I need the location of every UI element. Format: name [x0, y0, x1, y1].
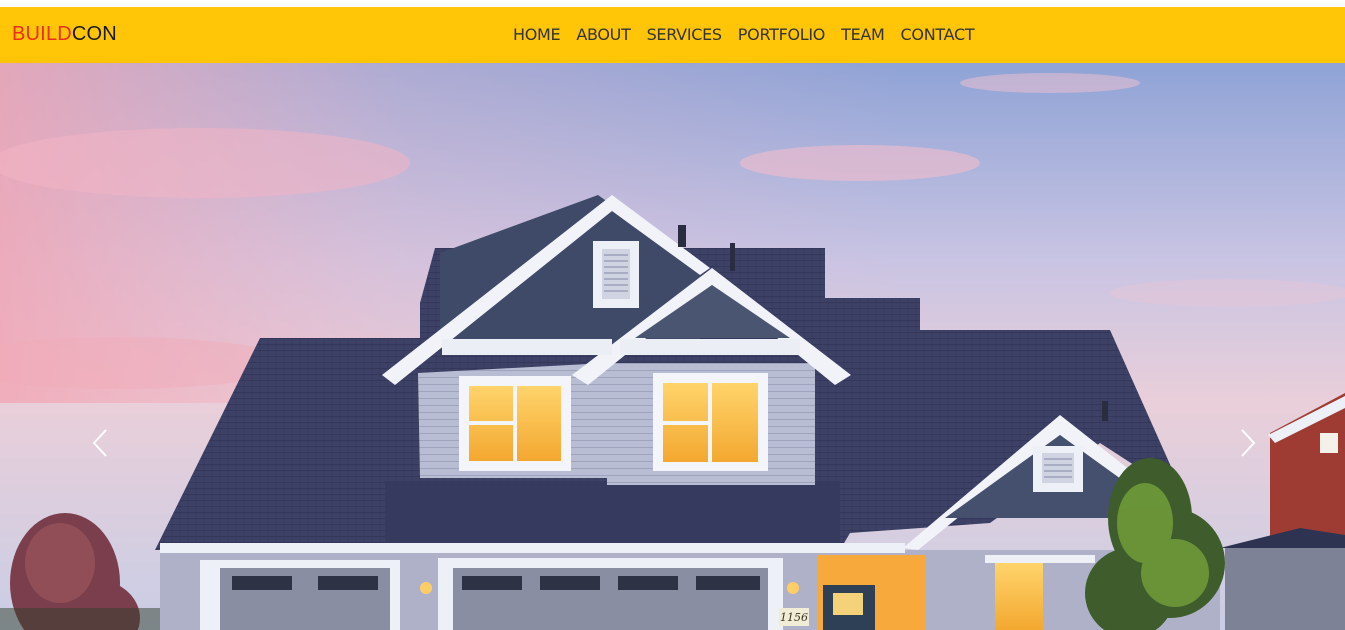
brand-logo-part-one: BUILD: [12, 23, 72, 45]
navbar: BUILDCON HOME ABOUT SERVICES PORTFOLIO T…: [0, 7, 1345, 63]
nav-link-home[interactable]: HOME: [505, 25, 568, 45]
brand-logo[interactable]: BUILDCON: [12, 23, 117, 46]
nav-link-about[interactable]: ABOUT: [568, 25, 638, 45]
top-strip: [0, 0, 1345, 7]
hero-carousel: 1156: [0, 63, 1345, 630]
nav-link-portfolio[interactable]: PORTFOLIO: [730, 25, 833, 45]
hero-image: 1156: [0, 63, 1345, 630]
chevron-left-icon: [92, 429, 107, 457]
carousel-prev-button[interactable]: [90, 428, 114, 458]
nav-link-services[interactable]: SERVICES: [639, 25, 730, 45]
house-number: 1156: [780, 611, 808, 624]
nav-link-contact[interactable]: CONTACT: [893, 25, 983, 45]
chevron-right-icon: [1241, 429, 1256, 457]
carousel-next-button[interactable]: [1236, 428, 1260, 458]
nav-menu: HOME ABOUT SERVICES PORTFOLIO TEAM CONTA…: [505, 25, 982, 45]
nav-link-team[interactable]: TEAM: [833, 25, 892, 45]
brand-logo-part-two: CON: [71, 23, 117, 45]
